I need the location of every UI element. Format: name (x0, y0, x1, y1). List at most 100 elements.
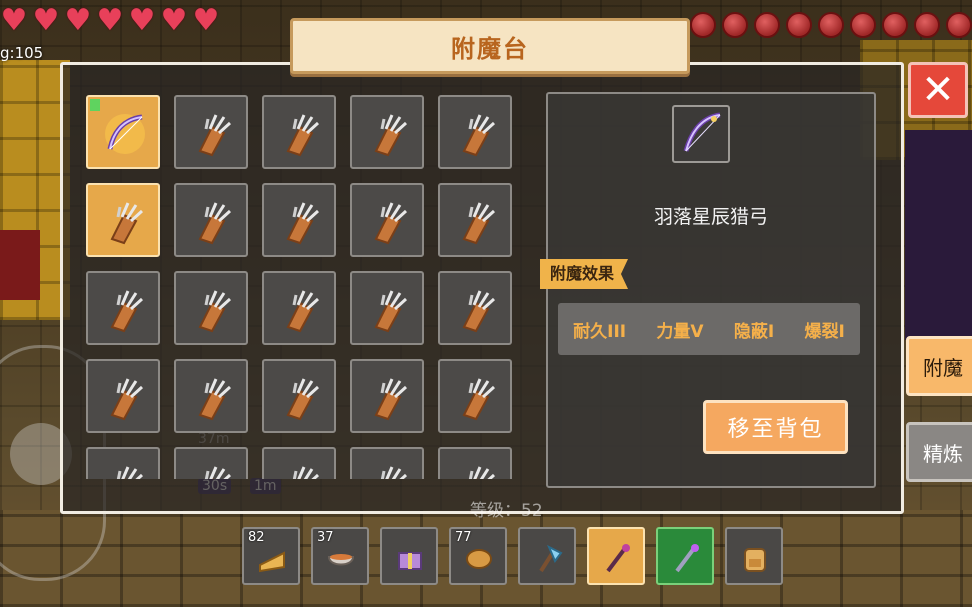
inventory-slot[interactable] (350, 95, 424, 169)
quiver-icon (198, 114, 232, 157)
inventory-slot[interactable] (438, 183, 512, 257)
inventory-slot[interactable] (262, 95, 336, 169)
meat-icon (722, 12, 748, 38)
hotbar-slot[interactable]: 37 (311, 527, 369, 585)
quiver-icon (462, 378, 496, 421)
inventory-slot[interactable] (86, 271, 160, 345)
enchant-effects-tag: 附魔效果 (540, 259, 629, 289)
item-preview-frame (672, 105, 730, 163)
inventory-slot[interactable] (350, 359, 424, 433)
tab-refine[interactable]: 精炼 (906, 422, 972, 482)
page-title: 附魔台 (451, 34, 529, 63)
quiver-icon (462, 202, 496, 245)
quiver-icon (198, 290, 232, 333)
inventory-slot[interactable] (86, 447, 160, 479)
quiver-icon (468, 466, 496, 479)
meat-icon (818, 12, 844, 38)
quiver-icon (116, 466, 144, 479)
item-count: 77 (455, 530, 472, 545)
move-to-backpack-button[interactable]: 移至背包 (703, 400, 848, 454)
inventory-slot[interactable] (438, 447, 512, 479)
meat-icon (882, 12, 908, 38)
hotbar-slot[interactable] (518, 527, 576, 585)
hotbar-slot[interactable] (725, 527, 783, 585)
hotbar-slot[interactable]: 82 (242, 527, 300, 585)
bow-icon (105, 114, 145, 154)
new-item-badge (90, 99, 100, 111)
hotbar-slot[interactable]: 77 (449, 527, 507, 585)
axe-icon (539, 544, 563, 573)
quiver-icon (374, 290, 408, 333)
staff-icon (606, 544, 630, 573)
heart-icon: ♥ (160, 3, 188, 38)
inventory-slot[interactable] (438, 359, 512, 433)
inventory-slot[interactable] (174, 95, 248, 169)
inventory-slot[interactable] (262, 359, 336, 433)
inventory-grid (86, 95, 520, 479)
quiver-icon (198, 202, 232, 245)
enchantment-label: 爆裂I (804, 321, 845, 342)
heart-icon: ♥ (0, 3, 28, 38)
quiver-icon (110, 378, 144, 421)
gift-box-icon (398, 552, 422, 570)
close-button[interactable]: ✕ (908, 62, 968, 118)
quiver-icon (380, 466, 408, 479)
inventory-slot[interactable] (174, 271, 248, 345)
enchantment-label: 隐蔽I (733, 321, 775, 342)
magic-wand-icon (675, 544, 699, 573)
inventory-slot[interactable] (174, 447, 248, 479)
heart-icon: ♥ (192, 3, 220, 38)
quiver-icon (286, 290, 320, 333)
inventory-slot[interactable] (262, 447, 336, 479)
inventory-slot[interactable] (438, 95, 512, 169)
quiver-icon (462, 114, 496, 157)
meat-icon (914, 12, 940, 38)
inventory-slot[interactable] (262, 271, 336, 345)
inventory-slot[interactable] (174, 183, 248, 257)
heart-icon: ♥ (32, 3, 60, 38)
tab-enchant[interactable]: 附魔 (906, 336, 972, 396)
coordinate-readout: g:105 (0, 44, 44, 62)
quiver-icon (286, 378, 320, 421)
item-count: 82 (248, 530, 265, 545)
quiver-icon (374, 378, 408, 421)
quiver-icon (110, 290, 144, 333)
inventory-slot[interactable] (350, 183, 424, 257)
cheese-icon (259, 551, 285, 573)
soup-bowl-icon (327, 554, 355, 566)
inventory-slot[interactable] (86, 359, 160, 433)
inventory-slot[interactable] (262, 183, 336, 257)
enchantment-label: 耐久III (573, 321, 627, 342)
hotbar-slot[interactable] (380, 527, 438, 585)
item-count: 37 (317, 530, 334, 545)
meat-icon (786, 12, 812, 38)
quiver-icon (286, 114, 320, 157)
hotbar-slot[interactable] (656, 527, 714, 585)
enchant-list: 耐久III 力量V 隐蔽I 爆裂I (558, 303, 860, 355)
quiver-icon (374, 202, 408, 245)
hunger-bar (690, 12, 972, 38)
quiver-icon (198, 378, 232, 421)
close-icon: ✕ (921, 67, 955, 113)
heart-icon: ♥ (96, 3, 124, 38)
backpack-icon (744, 548, 766, 572)
hotbar: 82 37 77 (242, 527, 783, 585)
bread-icon (466, 549, 492, 569)
quiver-icon (286, 202, 320, 245)
quiver-icon (462, 290, 496, 333)
obsidian-block (905, 130, 972, 340)
heart-icon: ♥ (64, 3, 92, 38)
hotbar-slot[interactable] (587, 527, 645, 585)
inventory-slot[interactable] (350, 447, 424, 479)
inventory-slot[interactable] (86, 95, 160, 169)
quiver-icon (204, 466, 232, 479)
meat-icon (754, 12, 780, 38)
inventory-slot[interactable] (174, 359, 248, 433)
quiver-icon (110, 202, 144, 245)
meat-icon (850, 12, 876, 38)
item-name: 羽落星辰猎弓 (653, 206, 768, 228)
inventory-slot[interactable] (438, 271, 512, 345)
inventory-slot[interactable] (350, 271, 424, 345)
inventory-slot[interactable] (86, 183, 160, 257)
meat-icon (690, 12, 716, 38)
